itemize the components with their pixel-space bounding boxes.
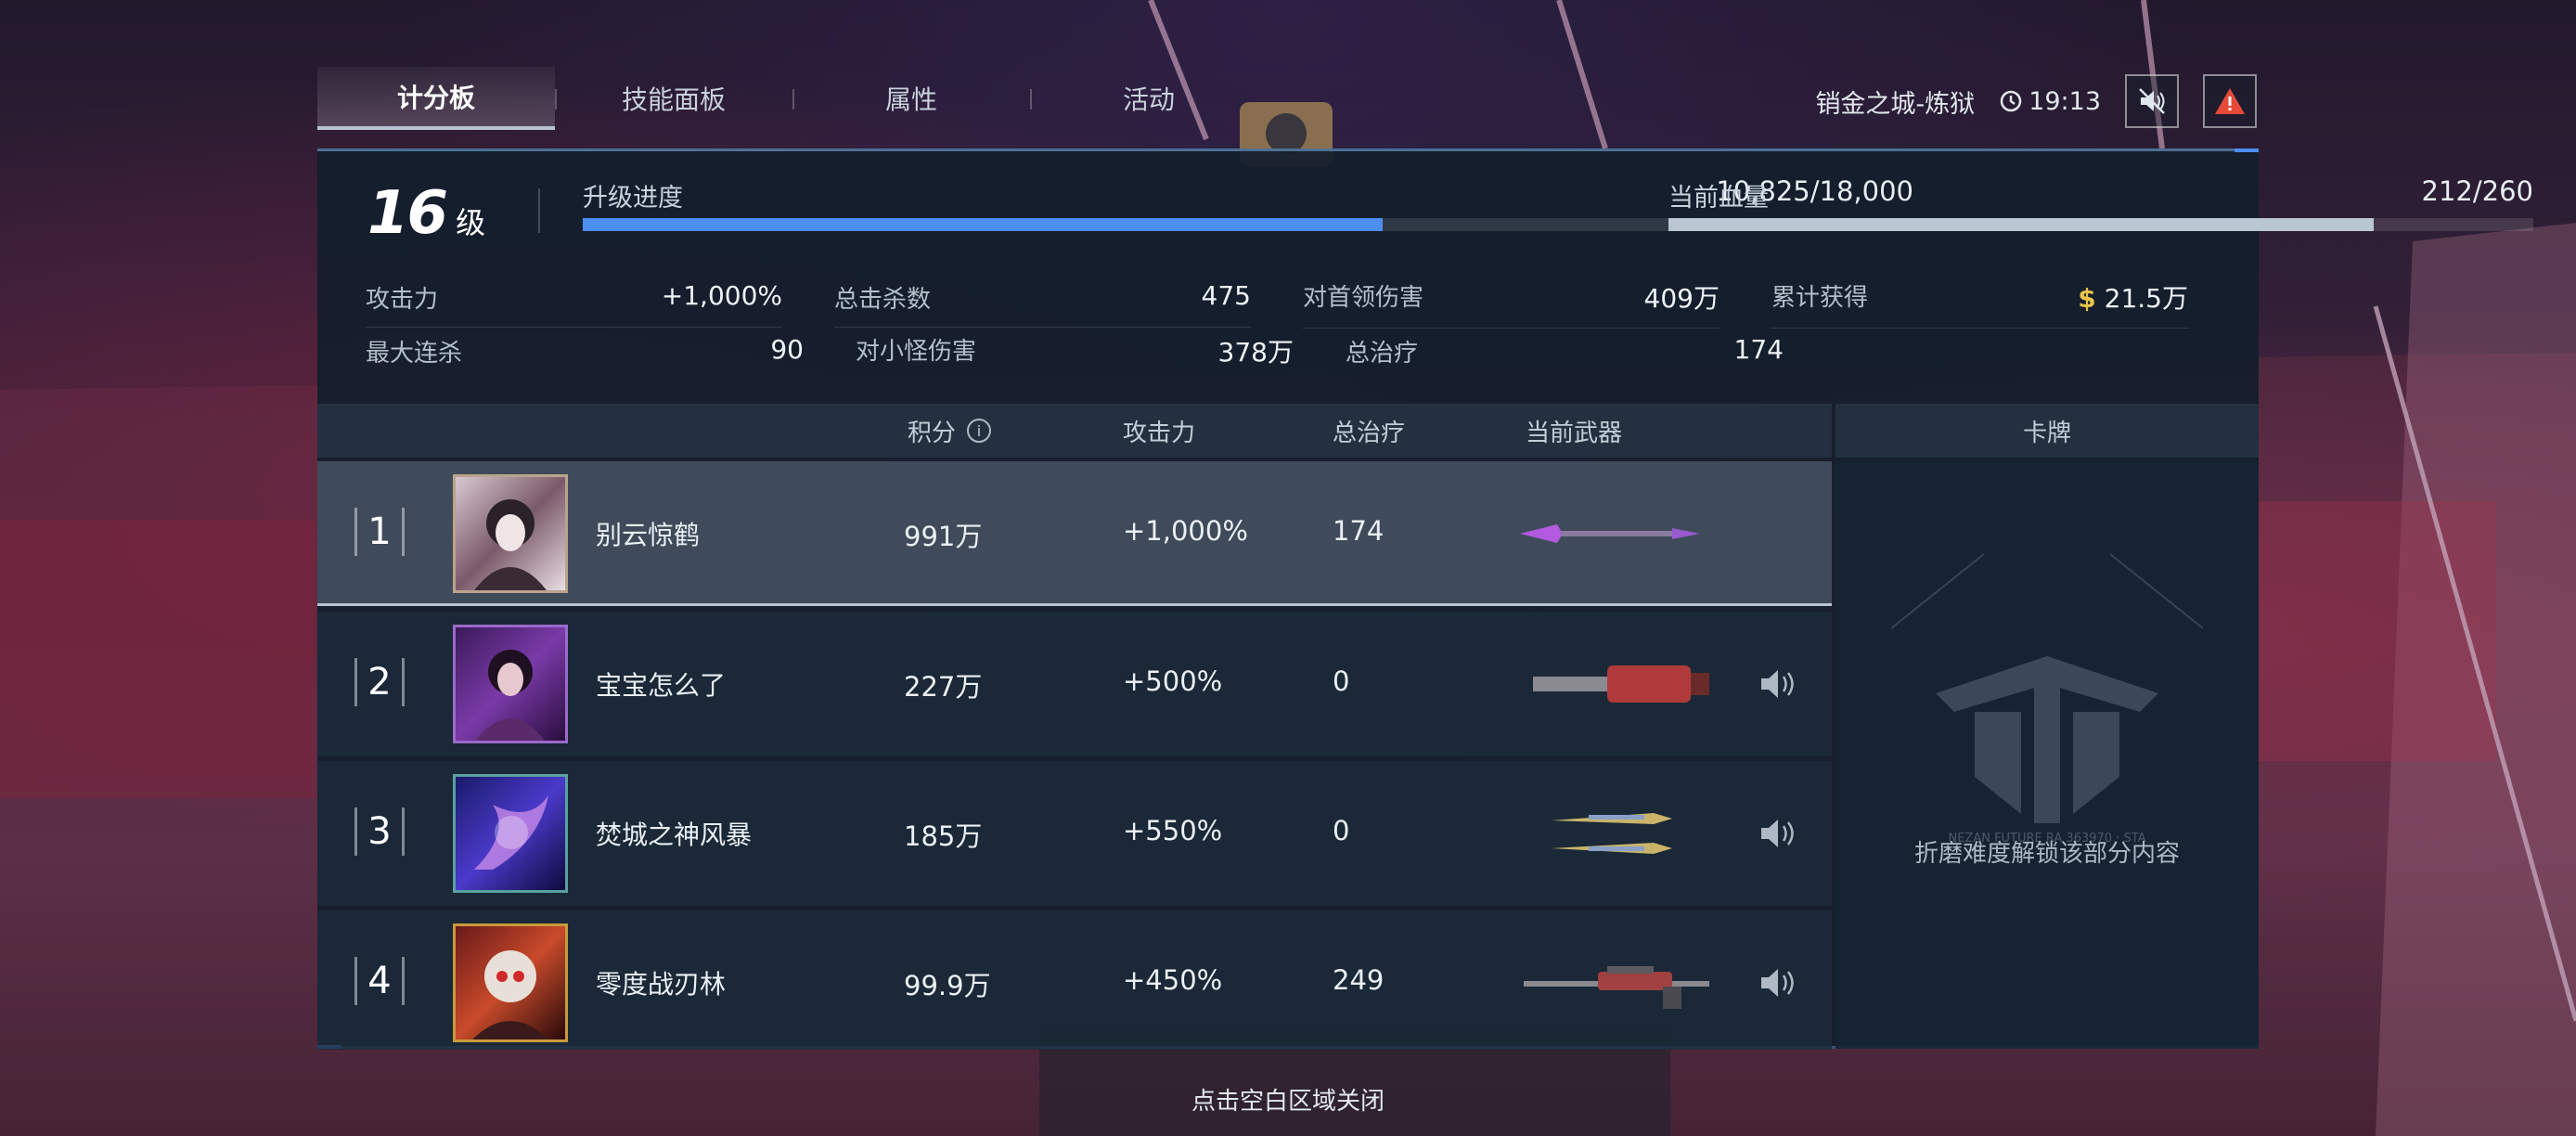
emblem-watermark-icon: NEZAN FUTURE RA 363970 · STA [1890, 553, 2204, 846]
rank-number: 2 [354, 658, 405, 706]
level-number: 16 [367, 179, 448, 248]
health-value: 212/260 [2421, 175, 2533, 207]
clock-icon [2000, 90, 2022, 112]
player-heal: 249 [1333, 964, 1385, 996]
player-name: 焚城之神风暴 [596, 820, 753, 850]
player-attack: +550% [1123, 815, 1223, 846]
col-weapon: 当前武器 [1526, 419, 1623, 447]
panel-corner-accent [2235, 148, 2259, 152]
col-attack: 攻击力 [1123, 419, 1196, 447]
stat-total-kills: 总击杀数 475 [834, 280, 1303, 328]
table-row[interactable]: 2 宝宝怎么了 227万 +500% 0 [317, 612, 1832, 756]
spear-icon [1520, 524, 1700, 543]
speaker-icon[interactable] [1758, 665, 1800, 703]
summary-stats: 攻击力 +1,000% 总击杀数 475 对首领伤害 409万 累计获得 $ 21.5万… [366, 270, 2240, 378]
health-bar [1668, 218, 2533, 231]
player-level: 16 级 [367, 179, 485, 248]
stat-max-streak: 最大连杀 90 [366, 333, 804, 368]
player-attack: +1,000% [1123, 515, 1248, 547]
player-name: 宝宝怎么了 [596, 670, 727, 701]
report-button[interactable] [2203, 74, 2257, 128]
player-score: 99.9万 [904, 970, 991, 1001]
cards-panel: NEZAN FUTURE RA 363970 · STA [1835, 461, 2259, 1049]
stat-attack: 攻击力 +1,000% [366, 280, 834, 328]
table-row[interactable]: 3 焚城之神风暴 185万 +550% 0 [317, 761, 1832, 906]
status-bar: 销金之城-炼狱 19:13 [1815, 74, 2257, 128]
player-score: 991万 [904, 521, 983, 552]
tab-scoreboard[interactable]: 计分板 [317, 67, 555, 130]
player-heal: 174 [1333, 515, 1385, 547]
warning-icon [2215, 88, 2245, 114]
player-score: 185万 [904, 820, 983, 852]
stat-total-earned: 累计获得 $ 21.5万 [1771, 278, 2240, 329]
stat-minion-damage: 对小怪伤害 378万 [856, 337, 1294, 368]
table-header: 积分 i 攻击力 总治疗 当前武器 [317, 404, 1832, 458]
time-text: 19:13 [2029, 86, 2101, 116]
col-score: 积分 i [908, 414, 992, 448]
rank-number: 4 [354, 957, 405, 1005]
rank-number: 3 [354, 807, 405, 856]
table-row[interactable]: 1 别云惊鹤 991万 +1,000% 174 [317, 461, 1832, 606]
col-heal: 总治疗 [1333, 419, 1406, 447]
upgrade-progress-value: 10,825/18,000 [1716, 175, 1913, 207]
tab-bar: 计分板 技能面板 属性 活动 [317, 67, 1268, 130]
player-heal: 0 [1333, 815, 1350, 846]
info-icon[interactable]: i [967, 419, 992, 443]
player-name: 零度战刃林 [596, 969, 727, 1000]
table-row[interactable]: 4 零度战刃林 99.9万 +450% 249 [317, 910, 1832, 1050]
player-name: 别云惊鹤 [596, 520, 701, 550]
cards-locked-message: 折磨难度解锁该部分内容 [1913, 840, 2180, 868]
health-fill [1668, 218, 2374, 231]
health-label: 当前血量 [1668, 184, 1769, 213]
avatar[interactable] [453, 625, 568, 743]
player-attack: +500% [1123, 665, 1223, 697]
stat-total-heal: 总治疗 174 [1346, 333, 1784, 368]
tab-skills[interactable]: 技能面板 [555, 67, 792, 130]
voice-mute-button[interactable] [2125, 74, 2179, 128]
upgrade-progress-label: 升级进度 [583, 184, 683, 213]
tab-events[interactable]: 活动 [1030, 67, 1268, 130]
dual-daggers-icon [1552, 813, 1672, 854]
speaker-muted-icon [2139, 88, 2165, 114]
upgrade-progress-fill [583, 218, 1384, 231]
speaker-icon[interactable] [1758, 815, 1800, 852]
player-score: 227万 [904, 671, 983, 703]
map-name: 销金之城-炼狱 [1815, 89, 1976, 119]
tab-attributes[interactable]: 属性 [792, 67, 1030, 130]
stat-boss-damage: 对首领伤害 409万 [1303, 278, 1771, 329]
divider [538, 188, 540, 233]
sniper-rifle-icon [1524, 966, 1709, 1009]
avatar[interactable] [453, 774, 568, 893]
cards-header: 卡牌 [1835, 404, 2259, 458]
player-attack: +450% [1123, 964, 1223, 996]
match-timer: 19:13 [1999, 87, 2101, 116]
level-unit: 级 [456, 205, 486, 240]
speaker-icon[interactable] [1758, 964, 1800, 1001]
minigun-icon [1533, 665, 1709, 703]
close-hint[interactable]: 点击空白区域关闭 [0, 1082, 2576, 1117]
scoreboard-panel: 16 级 升级进度 10,825/18,000 当前血量 212/260 攻击力… [317, 148, 2533, 1050]
avatar[interactable] [453, 474, 568, 593]
rank-number: 1 [354, 508, 405, 556]
avatar[interactable] [453, 923, 568, 1042]
player-heal: 0 [1333, 665, 1350, 697]
dollar-icon: $ [2078, 283, 2096, 314]
